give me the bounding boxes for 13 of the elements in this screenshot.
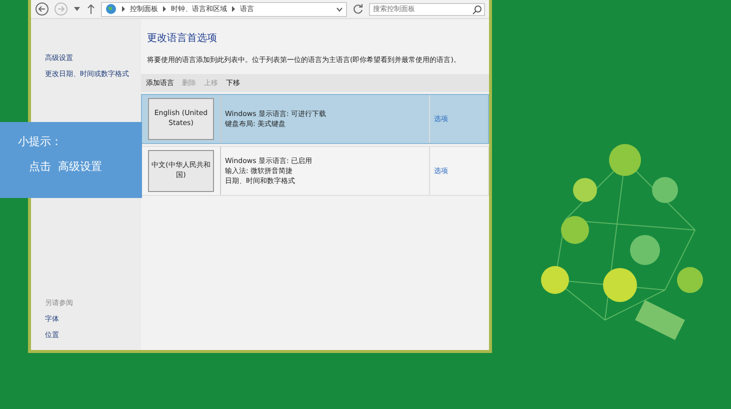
tip-text: 点击 高级设置 [29,159,103,174]
search-icon [472,4,482,14]
globe-icon [105,3,117,15]
chevron-right-icon [121,6,126,12]
chevron-right-icon [162,6,167,12]
tip-title: 小提示： [18,134,63,149]
refresh-icon[interactable] [352,3,364,15]
dropdown-icon[interactable] [73,5,81,13]
chevron-right-icon [231,6,236,12]
back-icon[interactable] [35,2,49,16]
chevron-down-icon[interactable] [336,6,343,12]
up-arrow-icon[interactable] [86,3,96,15]
page-title: 更改语言首选项 [147,32,218,45]
